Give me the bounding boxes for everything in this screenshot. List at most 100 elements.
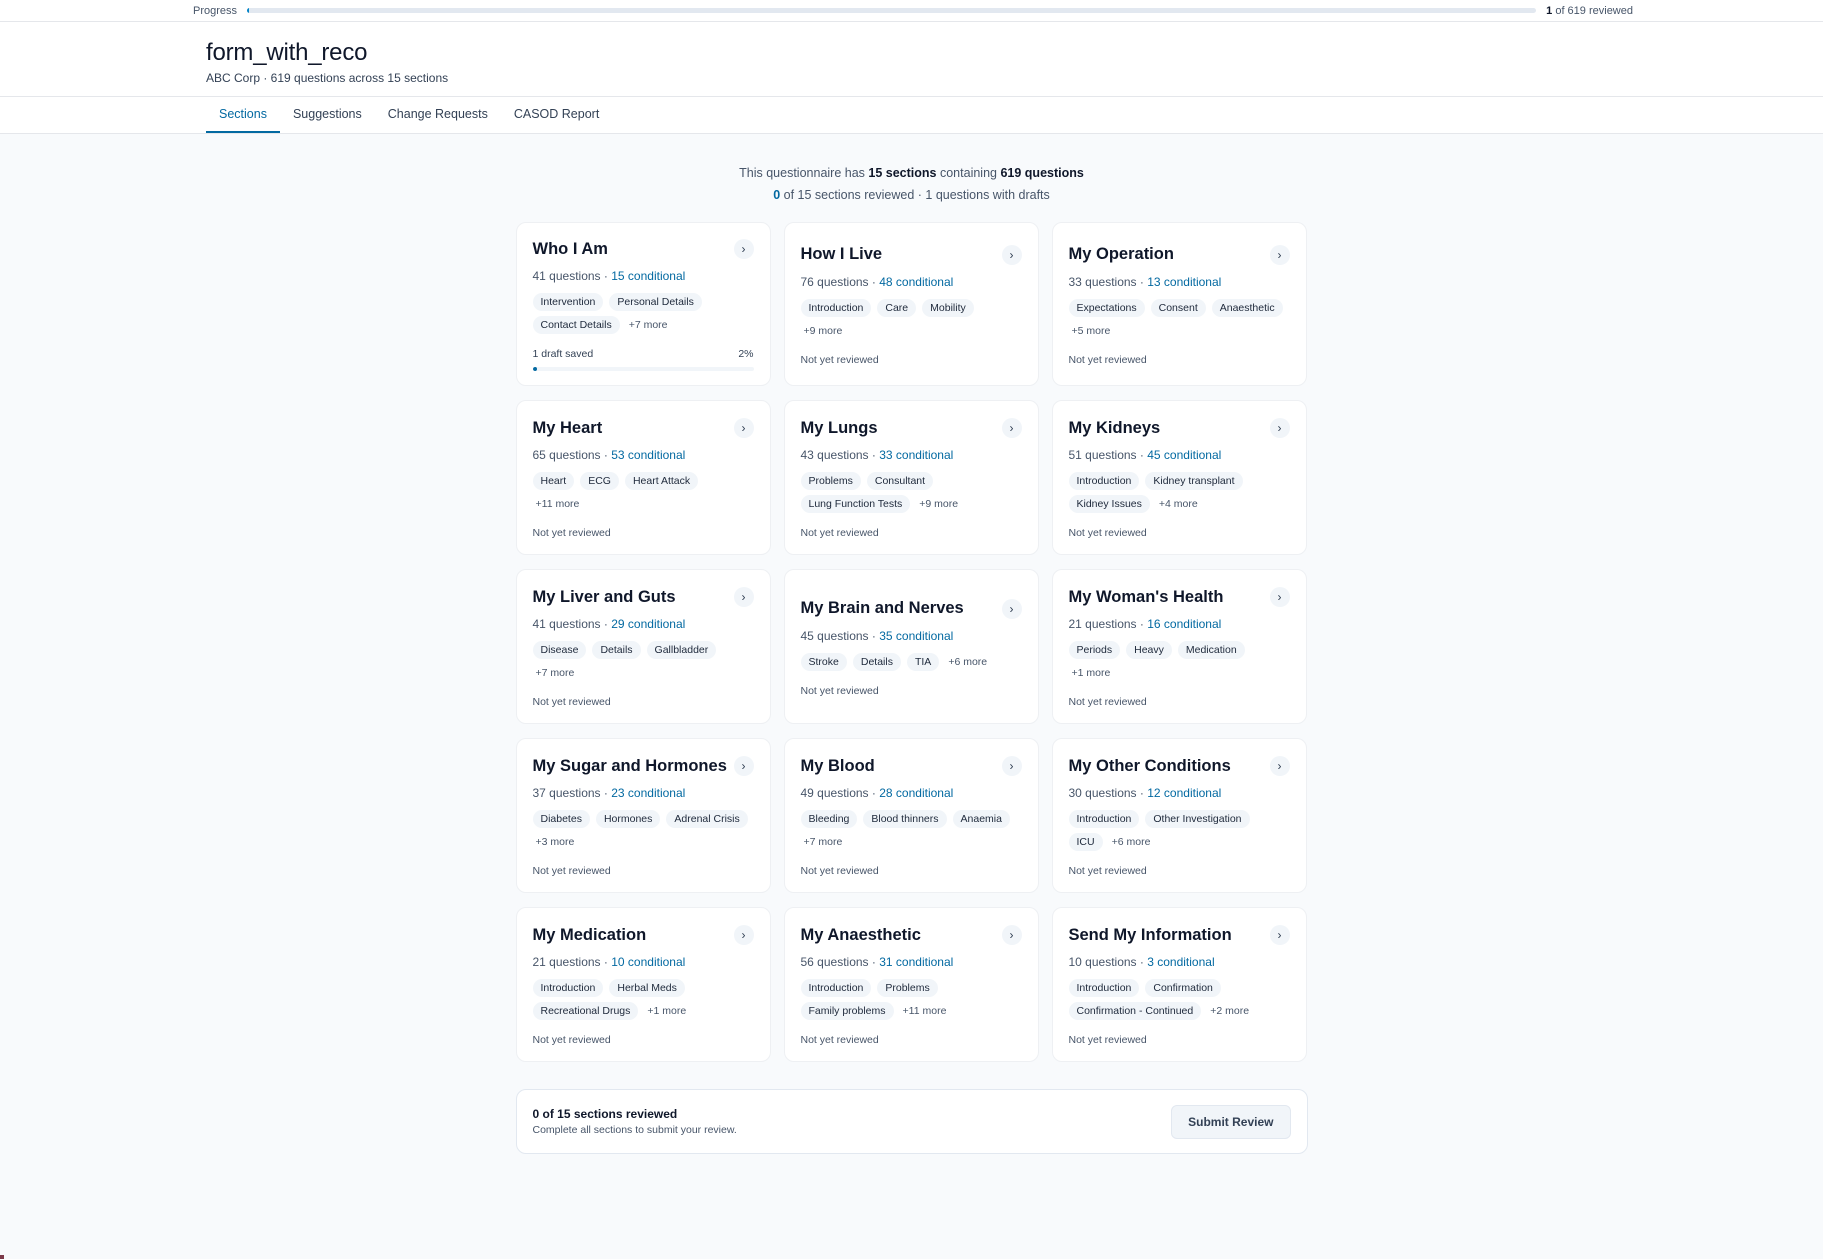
topic-tag: Details — [592, 641, 641, 659]
meta-separator: · — [868, 274, 880, 289]
section-card[interactable]: My Heart › 65 questions · 53 conditional He… — [515, 400, 771, 555]
section-card[interactable]: Who I Am › 41 questions · 15 conditional In… — [515, 222, 771, 386]
section-card[interactable]: My Lungs › 43 questions · 33 conditional Pr… — [783, 400, 1039, 555]
topic-tag: Blood thinners — [863, 810, 947, 828]
section-meta: 41 questions · 29 conditional — [533, 617, 754, 631]
chevron-right-icon[interactable]: › — [1001, 925, 1022, 945]
tag-list: Expectations Consent Anaesthetic +5 more — [1068, 298, 1290, 340]
section-meta: 45 questions · 35 conditional — [801, 629, 1022, 643]
chevron-right-icon[interactable]: › — [1269, 244, 1290, 265]
section-card[interactable]: My Kidneys › 51 questions · 45 conditional… — [1051, 400, 1307, 555]
footer-subtitle: Complete all sections to submit your rev… — [532, 1124, 737, 1136]
chevron-right-icon[interactable]: › — [733, 925, 754, 945]
chevron-right-icon[interactable]: › — [733, 756, 754, 776]
conditional-count: 23 conditional — [611, 786, 686, 800]
section-card[interactable]: My Woman's Health › 21 questions · 16 cond… — [1051, 569, 1307, 724]
tab-casod-report[interactable]: CASOD Report — [501, 97, 612, 133]
tag-list: Introduction Problems Family problems +11 m… — [800, 979, 1022, 1020]
tag-list: Introduction Confirmation Confirmation - C… — [1068, 979, 1290, 1020]
progress-fill — [247, 8, 250, 13]
conditional-count: 53 conditional — [611, 448, 686, 462]
chevron-right-icon[interactable]: › — [1269, 587, 1290, 607]
card-header: My Liver and Guts › — [533, 587, 754, 607]
section-card[interactable]: My Operation › 33 questions · 13 condition… — [1051, 222, 1307, 386]
topic-tag: Problems — [877, 979, 938, 997]
section-meta: 76 questions · 48 conditional — [801, 275, 1022, 289]
tab-suggestions[interactable]: Suggestions — [280, 97, 375, 133]
section-meta: 21 questions · 16 conditional — [1069, 617, 1290, 631]
section-title: My Medication — [532, 925, 647, 944]
section-card[interactable]: My Sugar and Hormones › 37 questions · 23 … — [515, 738, 771, 893]
meta-separator: · — [1136, 955, 1148, 969]
topic-tag: ICU — [1068, 833, 1103, 851]
tab-change-requests[interactable]: Change Requests — [375, 97, 501, 133]
chevron-right-icon[interactable]: › — [1269, 418, 1290, 438]
question-count: 21 questions — [1068, 617, 1137, 631]
topic-tag: Other Investigation — [1145, 810, 1250, 828]
summary-questions: 619 questions — [1000, 166, 1084, 180]
section-title: My Operation — [1068, 245, 1174, 263]
more-tags-count: +6 more — [948, 655, 988, 668]
review-status: Not yet reviewed — [800, 684, 879, 697]
topic-tag: Heart Attack — [624, 472, 699, 490]
draft-progress-track — [532, 367, 754, 371]
question-count: 43 questions — [800, 448, 869, 462]
topic-tag: Introduction — [1068, 979, 1140, 997]
chevron-right-icon[interactable]: › — [1269, 925, 1290, 945]
section-title: My Kidneys — [1068, 418, 1161, 437]
meta-separator: · — [1136, 448, 1148, 462]
chevron-right-icon[interactable]: › — [733, 239, 754, 259]
summary-line-2: 0 of 15 sections reviewed · 1 questions … — [0, 184, 1823, 206]
card-header: My Anaesthetic › — [801, 925, 1022, 945]
conditional-count: 13 conditional — [1147, 274, 1222, 289]
more-tags-count: +3 more — [535, 836, 575, 848]
section-card[interactable]: How I Live › 76 questions · 48 conditional… — [783, 222, 1039, 386]
conditional-count: 35 conditional — [879, 628, 954, 643]
section-meta: 65 questions · 53 conditional — [533, 448, 754, 462]
section-card[interactable]: My Anaesthetic › 56 questions · 31 conditi… — [783, 907, 1039, 1062]
question-count: 30 questions — [1068, 786, 1137, 800]
submit-review-button[interactable]: Submit Review — [1171, 1104, 1291, 1139]
topic-tag: Lung Function Tests — [800, 495, 911, 513]
meta-separator: · — [600, 448, 612, 462]
card-header: My Blood › — [801, 756, 1022, 776]
chevron-right-icon[interactable]: › — [1001, 244, 1022, 265]
section-card[interactable]: My Other Conditions › 30 questions · 12 co… — [1051, 738, 1307, 893]
chevron-right-icon[interactable]: › — [1001, 598, 1022, 619]
chevron-right-icon[interactable]: › — [1001, 756, 1022, 776]
section-card[interactable]: My Blood › 49 questions · 28 conditional Bl… — [783, 738, 1039, 893]
topic-tag: Introduction — [800, 979, 872, 997]
topic-tag: Family problems — [800, 1002, 894, 1020]
review-status: Not yet reviewed — [1068, 1034, 1147, 1046]
section-card[interactable]: My Medication › 21 questions · 10 conditio… — [515, 907, 771, 1062]
card-header: My Brain and Nerves › — [801, 598, 1022, 619]
review-status: Not yet reviewed — [532, 1034, 611, 1046]
question-count: 33 questions — [1068, 274, 1137, 289]
topic-tag: Stroke — [800, 652, 847, 671]
section-card[interactable]: My Liver and Guts › 41 questions · 29 cond… — [515, 569, 771, 724]
chevron-right-icon[interactable]: › — [733, 418, 754, 438]
chevron-right-icon[interactable]: › — [733, 587, 754, 607]
draft-progress-fill — [532, 367, 537, 371]
section-card[interactable]: Send My Information › 10 questions · 3 con… — [1051, 907, 1307, 1062]
topic-tag: TIA — [906, 652, 940, 671]
section-title: My Sugar and Hormones — [532, 756, 727, 775]
card-header: Send My Information › — [1069, 925, 1290, 945]
conditional-count: 33 conditional — [879, 448, 954, 462]
draft-percent: 2% — [738, 348, 754, 360]
review-footer: 0 of 15 sections reviewed Complete all s… — [515, 1089, 1308, 1154]
chevron-right-icon[interactable]: › — [1001, 418, 1022, 438]
chevron-right-icon[interactable]: › — [1269, 756, 1290, 776]
tab-sections[interactable]: Sections — [206, 97, 280, 133]
section-title: My Woman's Health — [1068, 587, 1224, 606]
card-header: My Other Conditions › — [1069, 756, 1290, 776]
meta-separator: · — [1136, 786, 1148, 800]
more-tags-count: +9 more — [919, 498, 959, 510]
topic-tag: Introduction — [800, 298, 872, 317]
review-status: Not yet reviewed — [1068, 865, 1147, 877]
section-card[interactable]: My Brain and Nerves › 45 questions · 35 co… — [783, 569, 1039, 724]
topic-tag: Kidney Issues — [1068, 495, 1150, 513]
summary-reviewed-num: 0 — [773, 188, 781, 202]
tag-list: Periods Heavy Medication +1 more — [1068, 641, 1290, 682]
review-status: Not yet reviewed — [800, 353, 879, 366]
